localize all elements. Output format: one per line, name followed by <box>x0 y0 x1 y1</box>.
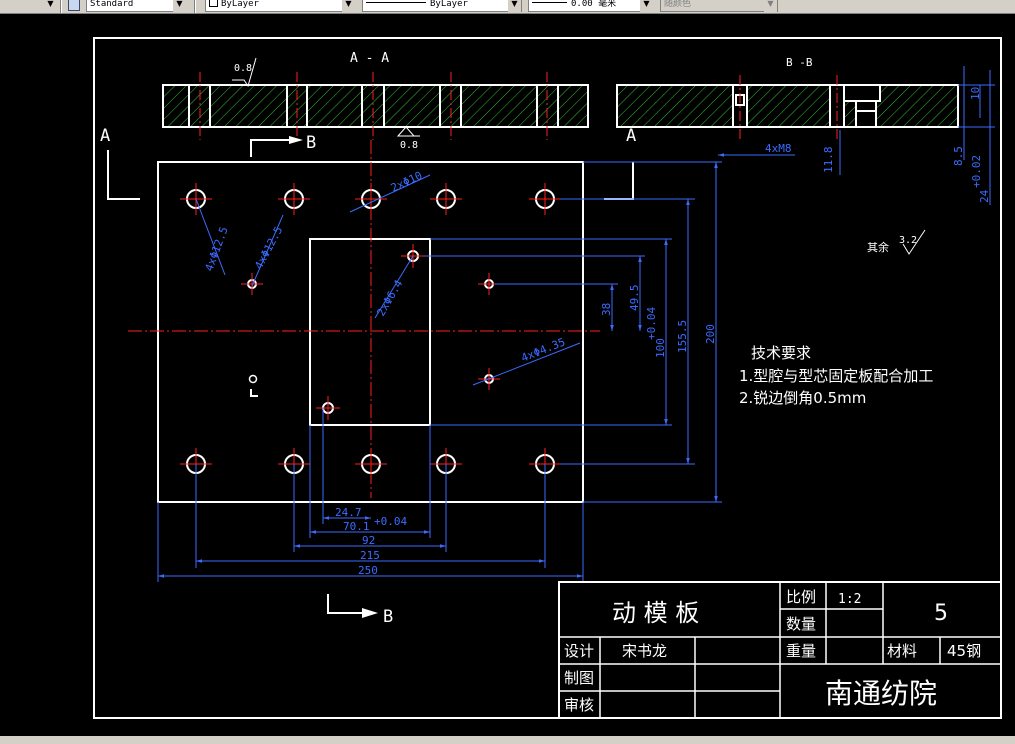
dim-8-5: 8.5 <box>952 146 965 166</box>
designer-name: 宋书龙 <box>622 642 667 660</box>
other-roughness: 其余 3.2 <box>867 229 926 255</box>
toolbar-separator <box>60 0 62 13</box>
dim-10: 10 <box>969 87 982 100</box>
properties-toolbar: ▼ Standard ▼ ByLayer ▼ ByLayer ▼ 0.00 毫米… <box>0 0 1015 14</box>
dim-100: 100 <box>654 338 667 358</box>
linetype-select[interactable]: ByLayer <box>362 0 522 12</box>
other-roughness-label: 其余 <box>867 240 889 254</box>
roughness-top-value: 0.8 <box>234 63 252 74</box>
dim-70: 70.1 <box>343 520 370 533</box>
drawn-label: 制图 <box>564 669 594 687</box>
checked-label: 审核 <box>564 696 594 714</box>
dim-hole-2x10: 2xΦ10 <box>389 169 425 195</box>
dim-200: 200 <box>704 324 717 344</box>
dim-38: 38 <box>600 303 613 316</box>
dim-155-5: 155.5 <box>676 320 689 353</box>
other-roughness-value: 3.2 <box>899 235 917 246</box>
quantity-label: 数量 <box>786 615 816 633</box>
material-value: 45钢 <box>947 642 981 660</box>
sheet-number: 5 <box>934 601 948 626</box>
layer-value: ByLayer <box>221 0 259 9</box>
drawing-canvas[interactable]: A - A 0.8 0.8 B -B 4xM8 11.8 8.5 10 24 +… <box>0 14 1015 736</box>
dim-70-tolerance: +0.04 <box>374 515 407 528</box>
plot-style-value: 随颜色 <box>664 0 692 9</box>
part-name: 动 模 板 <box>612 599 699 627</box>
line-sample-icon <box>532 2 567 3</box>
section-bb: B -B 4xM8 11.8 8.5 10 24 +0.02 <box>616 56 995 205</box>
lineweight-select[interactable]: 0.00 毫米 <box>528 0 653 12</box>
dim-4xm8: 4xM8 <box>765 142 792 155</box>
section-aa-label: A - A <box>350 51 389 66</box>
chevron-down-icon[interactable]: ▼ <box>764 0 777 12</box>
roughness-bottom-value: 0.8 <box>400 140 418 151</box>
color-swatch-icon <box>209 0 218 7</box>
marker-b-top: B <box>306 133 316 153</box>
chevron-down-icon[interactable]: ▼ <box>342 0 355 12</box>
text-style-select[interactable]: Standard <box>86 0 186 12</box>
institution-name: 南通纺院 <box>825 677 937 710</box>
linetype-value: ByLayer <box>430 0 468 9</box>
design-label: 设计 <box>564 642 594 660</box>
dim-250: 250 <box>358 564 378 577</box>
dim-11-8: 11.8 <box>822 147 835 174</box>
lineweight-value: 0.00 毫米 <box>571 0 617 9</box>
section-bb-body <box>616 84 959 128</box>
dim-92: 92 <box>362 534 375 547</box>
marker-b-bottom: B <box>383 607 393 627</box>
scale-value: 1:2 <box>838 592 861 607</box>
roughness-symbol-icon <box>396 126 416 137</box>
dropdown-arrow-icon[interactable]: ▼ <box>44 0 57 12</box>
dim-100-tolerance: +0.04 <box>645 307 658 340</box>
chevron-down-icon[interactable]: ▼ <box>508 0 521 12</box>
plan-dimensions <box>157 161 722 582</box>
tech-req-item: 2.锐边倒角0.5mm <box>739 389 866 407</box>
dim-hole-2x6-4: 2xΦ6.4 <box>374 277 405 318</box>
dim-24-7: 24.7 <box>335 506 362 519</box>
chevron-down-icon[interactable]: ▼ <box>173 0 186 12</box>
chevron-down-icon[interactable]: ▼ <box>640 0 653 12</box>
plan-view: 200 155.5 100 +0.04 49.5 38 250 215 92 7… <box>128 140 722 582</box>
tech-req-item: 1.型腔与型芯固定板配合加工 <box>739 367 933 385</box>
section-aa-body <box>162 84 589 128</box>
dim-49-5: 49.5 <box>628 285 641 312</box>
section-bb-label: B -B <box>786 56 813 69</box>
marker-a-left: A <box>100 126 110 146</box>
toolbar-separator <box>194 0 196 13</box>
dim-215: 215 <box>360 549 380 562</box>
plot-style-select[interactable]: 随颜色 <box>660 0 778 12</box>
layer-select[interactable]: ByLayer <box>205 0 355 12</box>
status-strip <box>0 736 1015 744</box>
text-style-value: Standard <box>90 0 134 9</box>
tech-req-title: 技术要求 <box>751 344 811 362</box>
technical-requirements: 技术要求 1.型腔与型芯固定板配合加工 2.锐边倒角0.5mm <box>739 344 933 407</box>
line-sample-icon <box>366 2 426 3</box>
scale-label: 比例 <box>786 588 816 606</box>
dim-hole-4x12-5b: 4xΦ12.5 <box>252 224 285 271</box>
dim-24: 24 <box>978 189 991 203</box>
marker-a-right: A <box>626 126 636 146</box>
text-style-icon[interactable] <box>68 0 80 11</box>
material-label: 材料 <box>887 642 917 660</box>
dim-hole-4x12-5: 4xΦ12.5 <box>203 225 231 273</box>
dim-hole-4x4-35: 4xΦ4.35 <box>519 335 567 364</box>
section-aa: A - A 0.8 0.8 <box>162 51 589 151</box>
dim-24-tolerance: +0.02 <box>970 155 983 188</box>
title-block: 动 模 板 比例 1:2 数量 5 重量 材料 45钢 设计 宋书龙 制图 审核… <box>558 581 1002 719</box>
weight-label: 重量 <box>786 642 816 660</box>
